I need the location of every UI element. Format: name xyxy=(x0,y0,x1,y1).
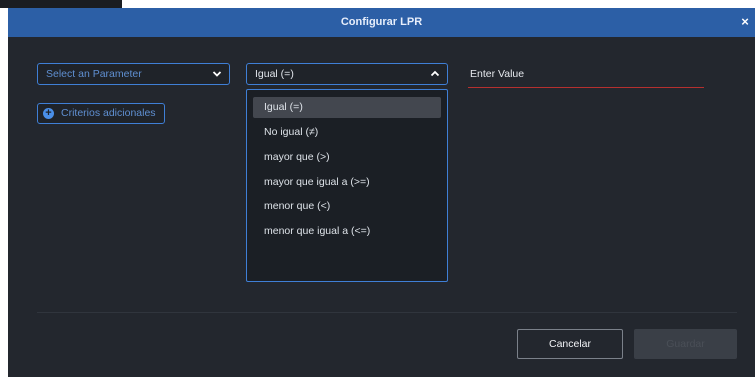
add-criteria-label: Criterios adicionales xyxy=(61,107,156,119)
configure-lpr-dialog: Configurar LPR × Select an Parameter Igu… xyxy=(8,8,755,377)
save-button[interactable]: Guardar xyxy=(634,329,737,359)
background-window-edge xyxy=(0,0,122,8)
dropdown-option[interactable]: menor que igual a (<=) xyxy=(253,221,441,242)
value-input[interactable]: Enter Value xyxy=(468,67,704,88)
operator-select[interactable]: Igual (=) xyxy=(246,63,448,85)
dropdown-option[interactable]: menor que (<) xyxy=(253,196,441,217)
plus-circle-icon: + xyxy=(43,108,54,119)
operator-dropdown-list: Igual (=) No igual (≠) mayor que (>) may… xyxy=(246,89,448,282)
window-top-strip xyxy=(0,0,755,8)
parameter-select[interactable]: Select an Parameter xyxy=(37,63,230,85)
dropdown-option[interactable]: Igual (=) xyxy=(253,97,441,118)
parameter-select-value: Select an Parameter xyxy=(46,68,142,80)
footer-divider xyxy=(37,312,737,313)
operator-select-value: Igual (=) xyxy=(255,68,294,80)
dropdown-option[interactable]: No igual (≠) xyxy=(253,122,441,143)
chevron-down-icon xyxy=(212,71,222,77)
cancel-button[interactable]: Cancelar xyxy=(517,329,623,359)
dropdown-option[interactable]: mayor que (>) xyxy=(253,147,441,168)
dialog-title: Configurar LPR xyxy=(340,16,423,28)
dropdown-option[interactable]: mayor que igual a (>=) xyxy=(253,172,441,193)
close-icon[interactable]: × xyxy=(738,14,752,30)
chevron-up-icon xyxy=(430,70,440,77)
value-input-placeholder: Enter Value xyxy=(470,68,525,80)
dialog-titlebar: Configurar LPR × xyxy=(8,8,755,37)
add-criteria-button[interactable]: + Criterios adicionales xyxy=(37,103,165,124)
